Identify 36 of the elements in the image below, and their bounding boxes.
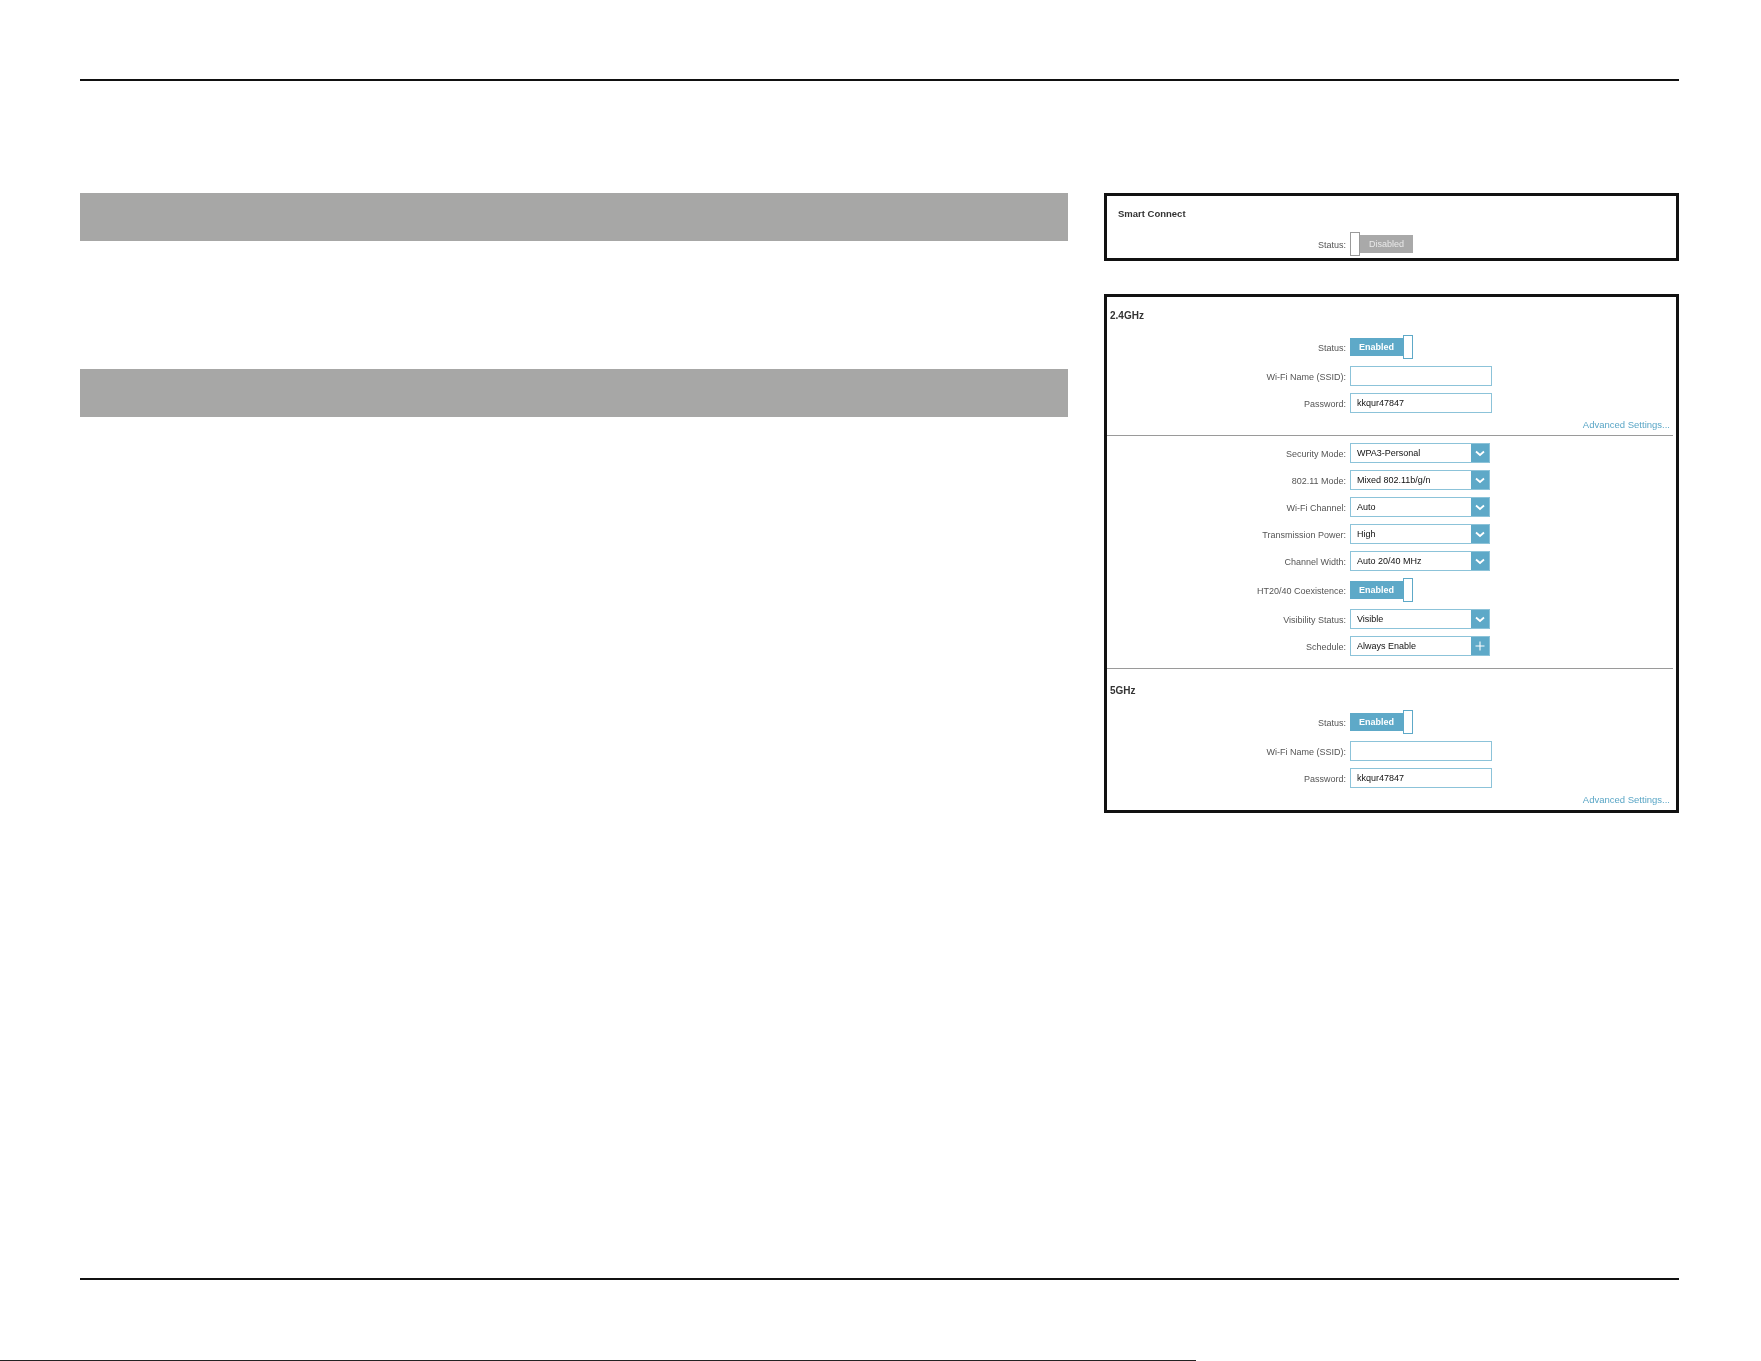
field-label: Status: [1318,718,1346,728]
field-label: Password: [1303,399,1346,409]
input-field[interactable]: kkqur47847 [1350,768,1492,788]
field-label: Channel Width: [1284,557,1346,567]
input-field[interactable]: kkqur47847 [1350,393,1492,413]
input-field[interactable] [1350,741,1492,761]
field-label: Wi-Fi Name (SSID): [1266,747,1346,757]
schedule-field[interactable]: Always Enable [1350,636,1490,656]
section-title: 5GHz [1110,685,1136,696]
field-label: 802.11 Mode: [1291,476,1346,486]
chevron-down-icon[interactable] [1471,471,1489,489]
select-field[interactable]: High [1350,524,1490,544]
field-label: Visibility Status: [1283,615,1346,625]
select-field[interactable]: Auto [1350,497,1490,517]
chevron-down-icon[interactable] [1471,498,1489,516]
field-label: Transmission Power: [1262,530,1346,540]
field-label: HT20/40 Coexistence: [1256,586,1346,596]
select-field[interactable]: Visible [1350,609,1490,629]
field-label: Status: [1318,240,1346,250]
field-label: Schedule: [1305,642,1346,652]
select-field[interactable]: WPA3-Personal [1350,443,1490,463]
chevron-down-icon[interactable] [1471,610,1489,628]
chevron-down-icon[interactable] [1471,444,1489,462]
field-label: Wi-Fi Channel: [1286,503,1346,513]
chevron-down-icon[interactable] [1471,525,1489,543]
section-title: Smart Connect [1118,208,1186,219]
input-field[interactable] [1350,366,1492,386]
select-field[interactable]: Auto 20/40 MHz [1350,551,1490,571]
chevron-down-icon[interactable] [1471,552,1489,570]
section-title: 2.4GHz [1110,310,1144,321]
field-label: Status: [1318,343,1346,353]
plus-icon[interactable] [1471,637,1489,655]
field-label: Wi-Fi Name (SSID): [1266,372,1346,382]
field-label: Security Mode: [1285,449,1346,459]
select-field[interactable]: Mixed 802.11b/g/n [1350,470,1490,490]
field-label: Password: [1303,774,1346,784]
